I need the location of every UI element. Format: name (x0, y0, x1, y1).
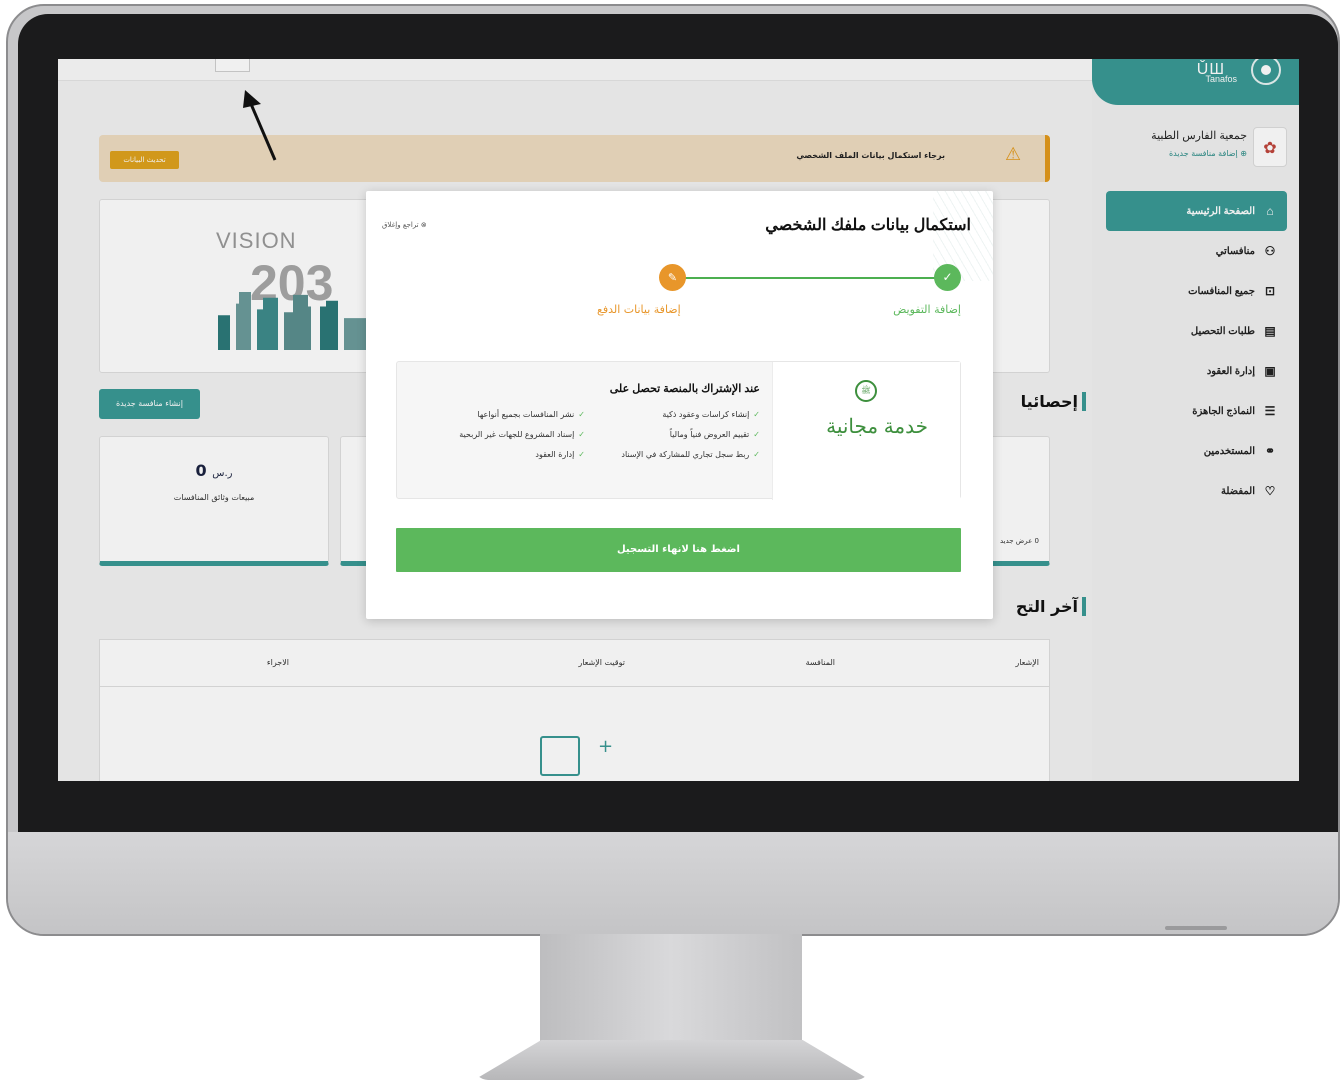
check-icon: ✓ (578, 450, 585, 459)
screenshot-stage: ǓШ Tanafos ✿ جمعية الفارس الطبية ⊕ إضافة… (0, 0, 1340, 1081)
feature-text: إنشاء كراسات وعقود ذكية (662, 410, 750, 419)
plan-badge-area: ﷺ خدمة مجانية (772, 362, 960, 500)
feature-item: ✓ربط سجل تجاري للمشاركة في الإسناد (610, 449, 760, 461)
check-icon: ✓ (753, 430, 760, 439)
finish-registration-button[interactable]: اضغط هنا لانهاء التسجيل (396, 528, 961, 572)
close-label: تراجع وإغلاق (382, 221, 419, 229)
monitor-chin (8, 832, 1338, 934)
feature-text: إدارة العقود (535, 450, 575, 459)
close-modal-button[interactable]: ⊗ تراجع وإغلاق (382, 221, 427, 229)
feature-item: ✓إسناد المشروع للجهات غير الربحية (459, 429, 585, 441)
step-payment-label[interactable]: إضافة بيانات الدفع (597, 303, 681, 316)
stepper-line (676, 277, 946, 279)
complete-profile-modal: استكمال بيانات ملفك الشخصي ⊗ تراجع وإغلا… (366, 191, 993, 619)
step-complete-check-icon: ✓ (934, 264, 961, 291)
step-authorization-label[interactable]: إضافة التفويض (893, 303, 961, 316)
feature-item: ✓نشر المنافسات بجميع أنواعها (477, 409, 585, 421)
monitor-stand-neck (540, 934, 802, 1054)
free-plan-card: ﷺ خدمة مجانية عند الإشتراك بالمنصة تحصل … (396, 361, 961, 500)
feature-item: ✓إنشاء كراسات وعقود ذكية (662, 409, 760, 421)
feature-text: ربط سجل تجاري للمشاركة في الإسناد (621, 450, 750, 459)
app-screen: ǓШ Tanafos ✿ جمعية الفارس الطبية ⊕ إضافة… (58, 59, 1299, 781)
feature-text: نشر المنافسات بجميع أنواعها (477, 410, 575, 419)
monitor-chin-line (1165, 926, 1227, 930)
step-current-pencil-icon: ✎ (659, 264, 686, 291)
check-icon: ✓ (753, 450, 760, 459)
plan-name: خدمة مجانية (826, 416, 928, 438)
plan-seal-icon: ﷺ (855, 380, 877, 402)
check-icon: ✓ (578, 430, 585, 439)
feature-item: ✓تقييم العروض فنياً ومالياً (670, 429, 760, 441)
plan-heading: عند الإشتراك بالمنصة تحصل على (609, 383, 760, 395)
modal-title: استكمال بيانات ملفك الشخصي (765, 217, 971, 234)
feature-item: ✓إدارة العقود (535, 449, 585, 461)
feature-text: تقييم العروض فنياً ومالياً (669, 430, 750, 439)
check-icon: ✓ (578, 410, 585, 419)
feature-text: إسناد المشروع للجهات غير الربحية (459, 430, 575, 439)
monitor-stand-base (474, 1040, 870, 1080)
check-icon: ✓ (753, 410, 760, 419)
